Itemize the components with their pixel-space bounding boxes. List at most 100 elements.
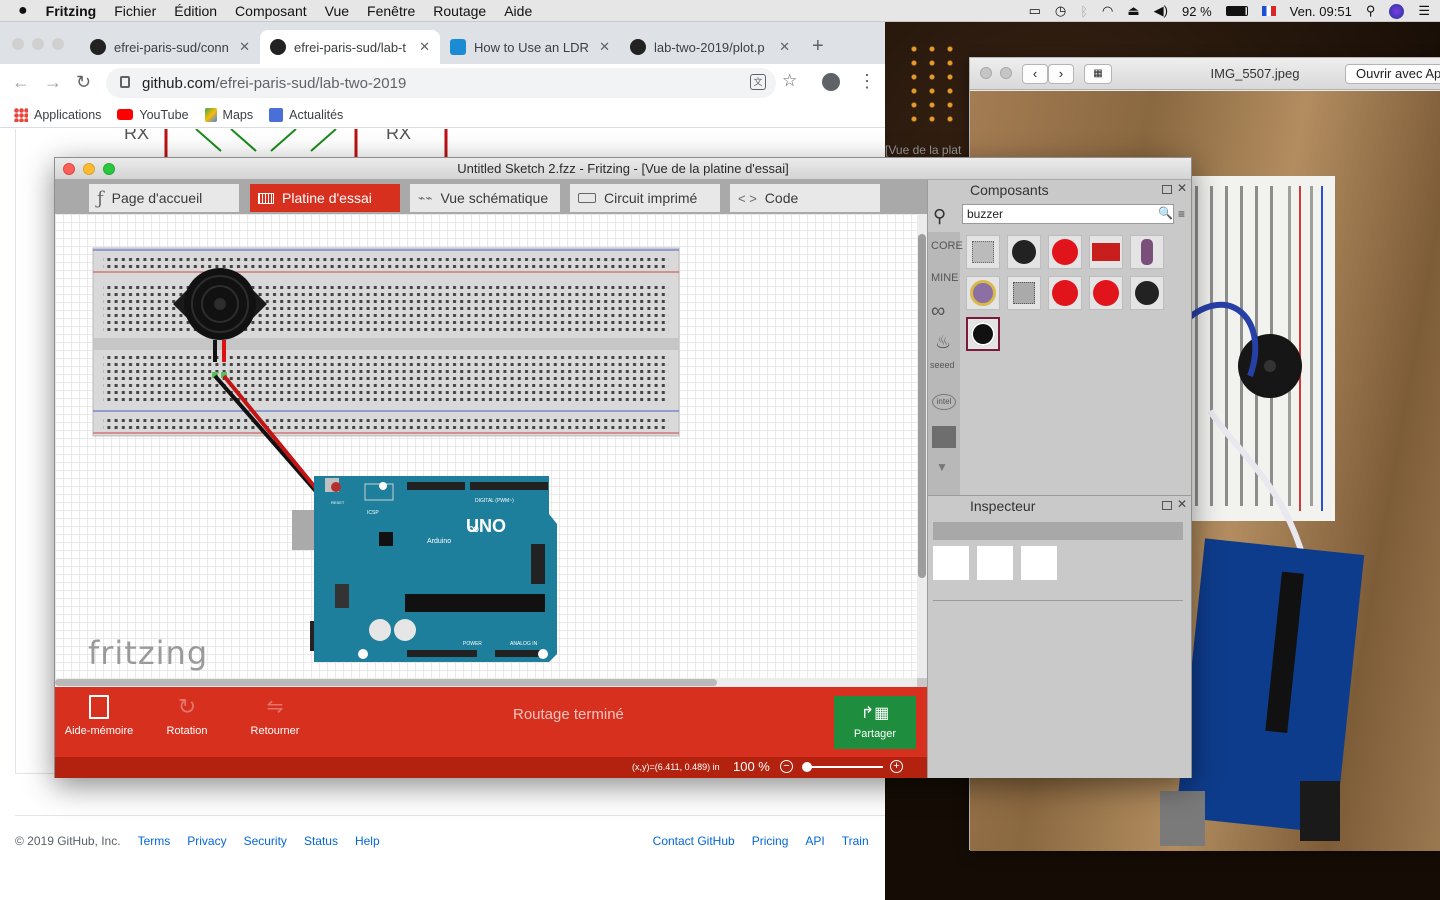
- maximize-icon[interactable]: [52, 38, 64, 50]
- close-tab-icon[interactable]: ✕: [239, 39, 250, 55]
- part-bin-item[interactable]: [1007, 235, 1041, 269]
- bookmark-apps[interactable]: Applications: [14, 107, 101, 122]
- input-source-flag-icon[interactable]: [1261, 6, 1276, 16]
- minimize-icon[interactable]: [83, 163, 95, 175]
- menu-help[interactable]: Aide: [495, 3, 541, 19]
- forward-icon[interactable]: ›: [1048, 64, 1074, 84]
- back-icon[interactable]: ‹: [1022, 64, 1048, 84]
- star-icon[interactable]: ☆: [782, 71, 797, 91]
- bookmark-youtube[interactable]: YouTube: [117, 108, 189, 122]
- menu-edit[interactable]: Édition: [165, 3, 226, 19]
- float-panel-icon[interactable]: [1162, 185, 1172, 194]
- close-icon[interactable]: [63, 163, 75, 175]
- panel-menu-icon[interactable]: ≡: [1178, 207, 1185, 221]
- footer-link-privacy[interactable]: Privacy: [187, 834, 226, 848]
- part-bin-item[interactable]: [1048, 235, 1082, 269]
- siri-icon[interactable]: [1389, 3, 1405, 19]
- fritzing-titlebar[interactable]: Untitled Sketch 2.fzz - Fritzing - [Vue …: [55, 158, 1191, 180]
- apple-icon[interactable]: ●: [0, 2, 37, 20]
- part-bin-item[interactable]: [1130, 235, 1164, 269]
- bluetooth-icon[interactable]: ᛒ: [1080, 4, 1088, 19]
- footer-link-api[interactable]: API: [805, 834, 824, 848]
- wifi-icon[interactable]: ◠: [1102, 3, 1113, 19]
- battery-icon[interactable]: [1225, 6, 1248, 16]
- part-bin-item[interactable]: [1089, 235, 1123, 269]
- minimize-icon[interactable]: [32, 38, 44, 50]
- part-bin-item[interactable]: [1130, 276, 1164, 310]
- minimize-icon[interactable]: [1000, 67, 1012, 79]
- part-bin-item-selected[interactable]: [966, 317, 1000, 351]
- horizontal-scroll-thumb[interactable]: [55, 679, 717, 686]
- zoom-slider[interactable]: [803, 766, 883, 768]
- clock[interactable]: Ven. 09:51: [1290, 4, 1352, 19]
- menu-window[interactable]: Fenêtre: [358, 3, 424, 19]
- profile-icon[interactable]: [822, 73, 840, 91]
- translate-icon[interactable]: 文: [750, 74, 766, 90]
- seeed-bin-icon[interactable]: seeed: [930, 360, 955, 370]
- footer-link-security[interactable]: Security: [244, 834, 287, 848]
- address-bar[interactable]: github.com/efrei-paris-sud/lab-two-2019 …: [106, 68, 797, 98]
- arduino-uno-board[interactable]: UNO Arduino ICSP RESET DIGITAL (PWM~) PO…: [292, 476, 557, 662]
- flip-button[interactable]: ⇋ Retourner: [235, 695, 315, 737]
- search-submit-icon[interactable]: 🔍: [1158, 206, 1173, 220]
- footer-link-help[interactable]: Help: [355, 834, 380, 848]
- browser-tab-active[interactable]: efrei-paris-sud/lab-t ✕: [260, 30, 440, 64]
- search-icon[interactable]: ⚲: [933, 206, 946, 227]
- menu-routing[interactable]: Routage: [424, 3, 495, 19]
- footer-link-terms[interactable]: Terms: [138, 834, 171, 848]
- sparkfun-bin-icon[interactable]: ♨: [935, 332, 951, 353]
- footer-link-training[interactable]: Train: [842, 834, 869, 848]
- menu-file[interactable]: Fichier: [105, 3, 165, 19]
- airplay-icon[interactable]: ▭: [1029, 3, 1041, 19]
- tab-home[interactable]: ƒ Page d'accueil: [89, 184, 239, 212]
- close-icon[interactable]: [12, 38, 24, 50]
- reload-icon[interactable]: ↻: [76, 72, 91, 93]
- breadboard[interactable]: [92, 247, 680, 437]
- vertical-scrollbar[interactable]: [917, 214, 927, 678]
- scroll-down-icon[interactable]: ▼: [936, 460, 948, 474]
- spotlight-icon[interactable]: ⚲: [1366, 3, 1376, 19]
- inspector-title-field[interactable]: [933, 522, 1183, 540]
- part-bin-item[interactable]: [966, 235, 1000, 269]
- close-panel-icon[interactable]: ✕: [1177, 497, 1187, 511]
- notes-button[interactable]: Aide-mémoire: [59, 695, 139, 737]
- part-bin-item[interactable]: [966, 276, 1000, 310]
- browser-tab[interactable]: efrei-paris-sud/conn ✕: [80, 30, 260, 64]
- bin-core[interactable]: CORE: [931, 240, 963, 252]
- close-icon[interactable]: [980, 67, 992, 79]
- horizontal-scrollbar[interactable]: [55, 678, 917, 687]
- zoom-out-icon[interactable]: −: [780, 760, 793, 773]
- bookmark-maps[interactable]: Maps: [204, 107, 253, 122]
- vertical-scroll-thumb[interactable]: [918, 234, 926, 578]
- eject-icon[interactable]: ⏏: [1127, 3, 1139, 19]
- breadboard-canvas[interactable]: UNO Arduino ICSP RESET DIGITAL (PWM~) PO…: [55, 214, 917, 678]
- bin-mine[interactable]: MINE: [931, 272, 959, 284]
- time-machine-icon[interactable]: ◷: [1055, 3, 1066, 19]
- back-icon[interactable]: ←: [12, 72, 30, 93]
- part-bin-item[interactable]: [1007, 276, 1041, 310]
- bookmark-news[interactable]: Actualités: [269, 107, 343, 122]
- snootlab-bin-icon[interactable]: [932, 426, 956, 448]
- menu-view[interactable]: Vue: [316, 3, 358, 19]
- float-panel-icon[interactable]: [1162, 501, 1172, 510]
- parts-search-input[interactable]: buzzer: [962, 204, 1174, 224]
- sketch-drawing[interactable]: UNO Arduino ICSP RESET DIGITAL (PWM~) PO…: [55, 214, 917, 678]
- footer-link-status[interactable]: Status: [304, 834, 338, 848]
- fritzing-window[interactable]: Untitled Sketch 2.fzz - Fritzing - [Vue …: [54, 157, 1192, 778]
- footer-link-contact[interactable]: Contact GitHub: [653, 834, 735, 848]
- rotate-button[interactable]: ↻ Rotation: [147, 695, 227, 738]
- menu-app-name[interactable]: Fritzing: [37, 3, 106, 19]
- close-panel-icon[interactable]: ✕: [1177, 181, 1187, 195]
- tab-breadboard[interactable]: Platine d'essai: [250, 184, 400, 212]
- share-button[interactable]: ↱▦ Partager: [834, 696, 916, 749]
- part-bin-item[interactable]: [1048, 276, 1082, 310]
- preview-titlebar[interactable]: ‹ › ▦ IMG_5507.jpeg Ouvrir avec Ap: [970, 58, 1440, 90]
- menu-icon[interactable]: ⋮: [858, 71, 876, 92]
- forward-icon[interactable]: →: [44, 72, 62, 93]
- footer-link-pricing[interactable]: Pricing: [752, 834, 789, 848]
- part-bin-item[interactable]: [1089, 276, 1123, 310]
- zoom-slider-handle[interactable]: [802, 762, 812, 772]
- maximize-icon[interactable]: [103, 163, 115, 175]
- notification-center-icon[interactable]: ☰: [1418, 3, 1430, 19]
- tab-schematic[interactable]: ⌁⌁ Vue schématique: [410, 184, 560, 212]
